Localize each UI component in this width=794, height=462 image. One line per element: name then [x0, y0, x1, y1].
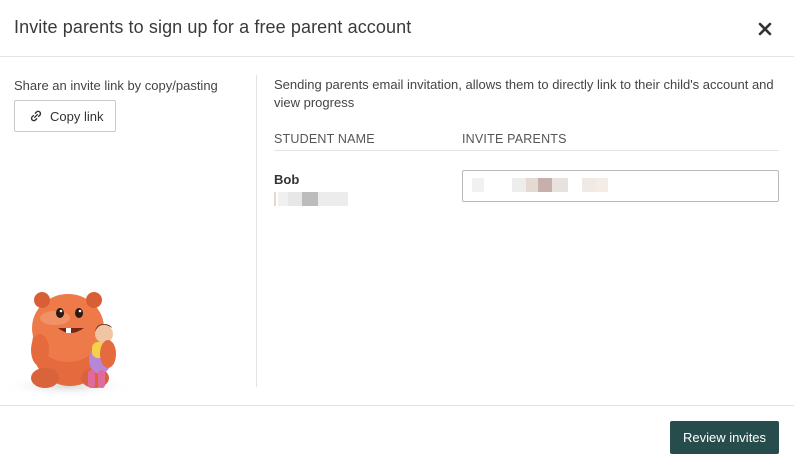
student-info-redacted — [274, 192, 348, 206]
student-name: Bob — [274, 172, 300, 187]
share-pane: Share an invite link by copy/pasting Cop… — [0, 58, 257, 405]
close-button[interactable] — [752, 16, 778, 42]
header-divider — [274, 150, 779, 151]
link-icon — [30, 110, 42, 122]
dialog-footer: Review invites — [0, 405, 794, 462]
review-invites-button[interactable]: Review invites — [670, 421, 779, 454]
copy-link-label: Copy link — [50, 108, 104, 124]
dialog-header: Invite parents to sign up for a free par… — [0, 0, 794, 57]
student-name-header: STUDENT NAME — [274, 132, 375, 146]
close-icon — [758, 22, 772, 36]
mascot-illustration — [2, 292, 134, 398]
invite-intro: Sending parents email invitation, allows… — [274, 77, 774, 110]
invite-pane: Sending parents email invitation, allows… — [257, 58, 794, 405]
invite-parents-header: INVITE PARENTS — [462, 132, 567, 146]
parent-email-input[interactable] — [462, 170, 779, 202]
copy-link-button[interactable]: Copy link — [14, 100, 116, 132]
dialog-title: Invite parents to sign up for a free par… — [14, 17, 412, 37]
share-instructions: Share an invite link by copy/pasting — [14, 78, 218, 93]
